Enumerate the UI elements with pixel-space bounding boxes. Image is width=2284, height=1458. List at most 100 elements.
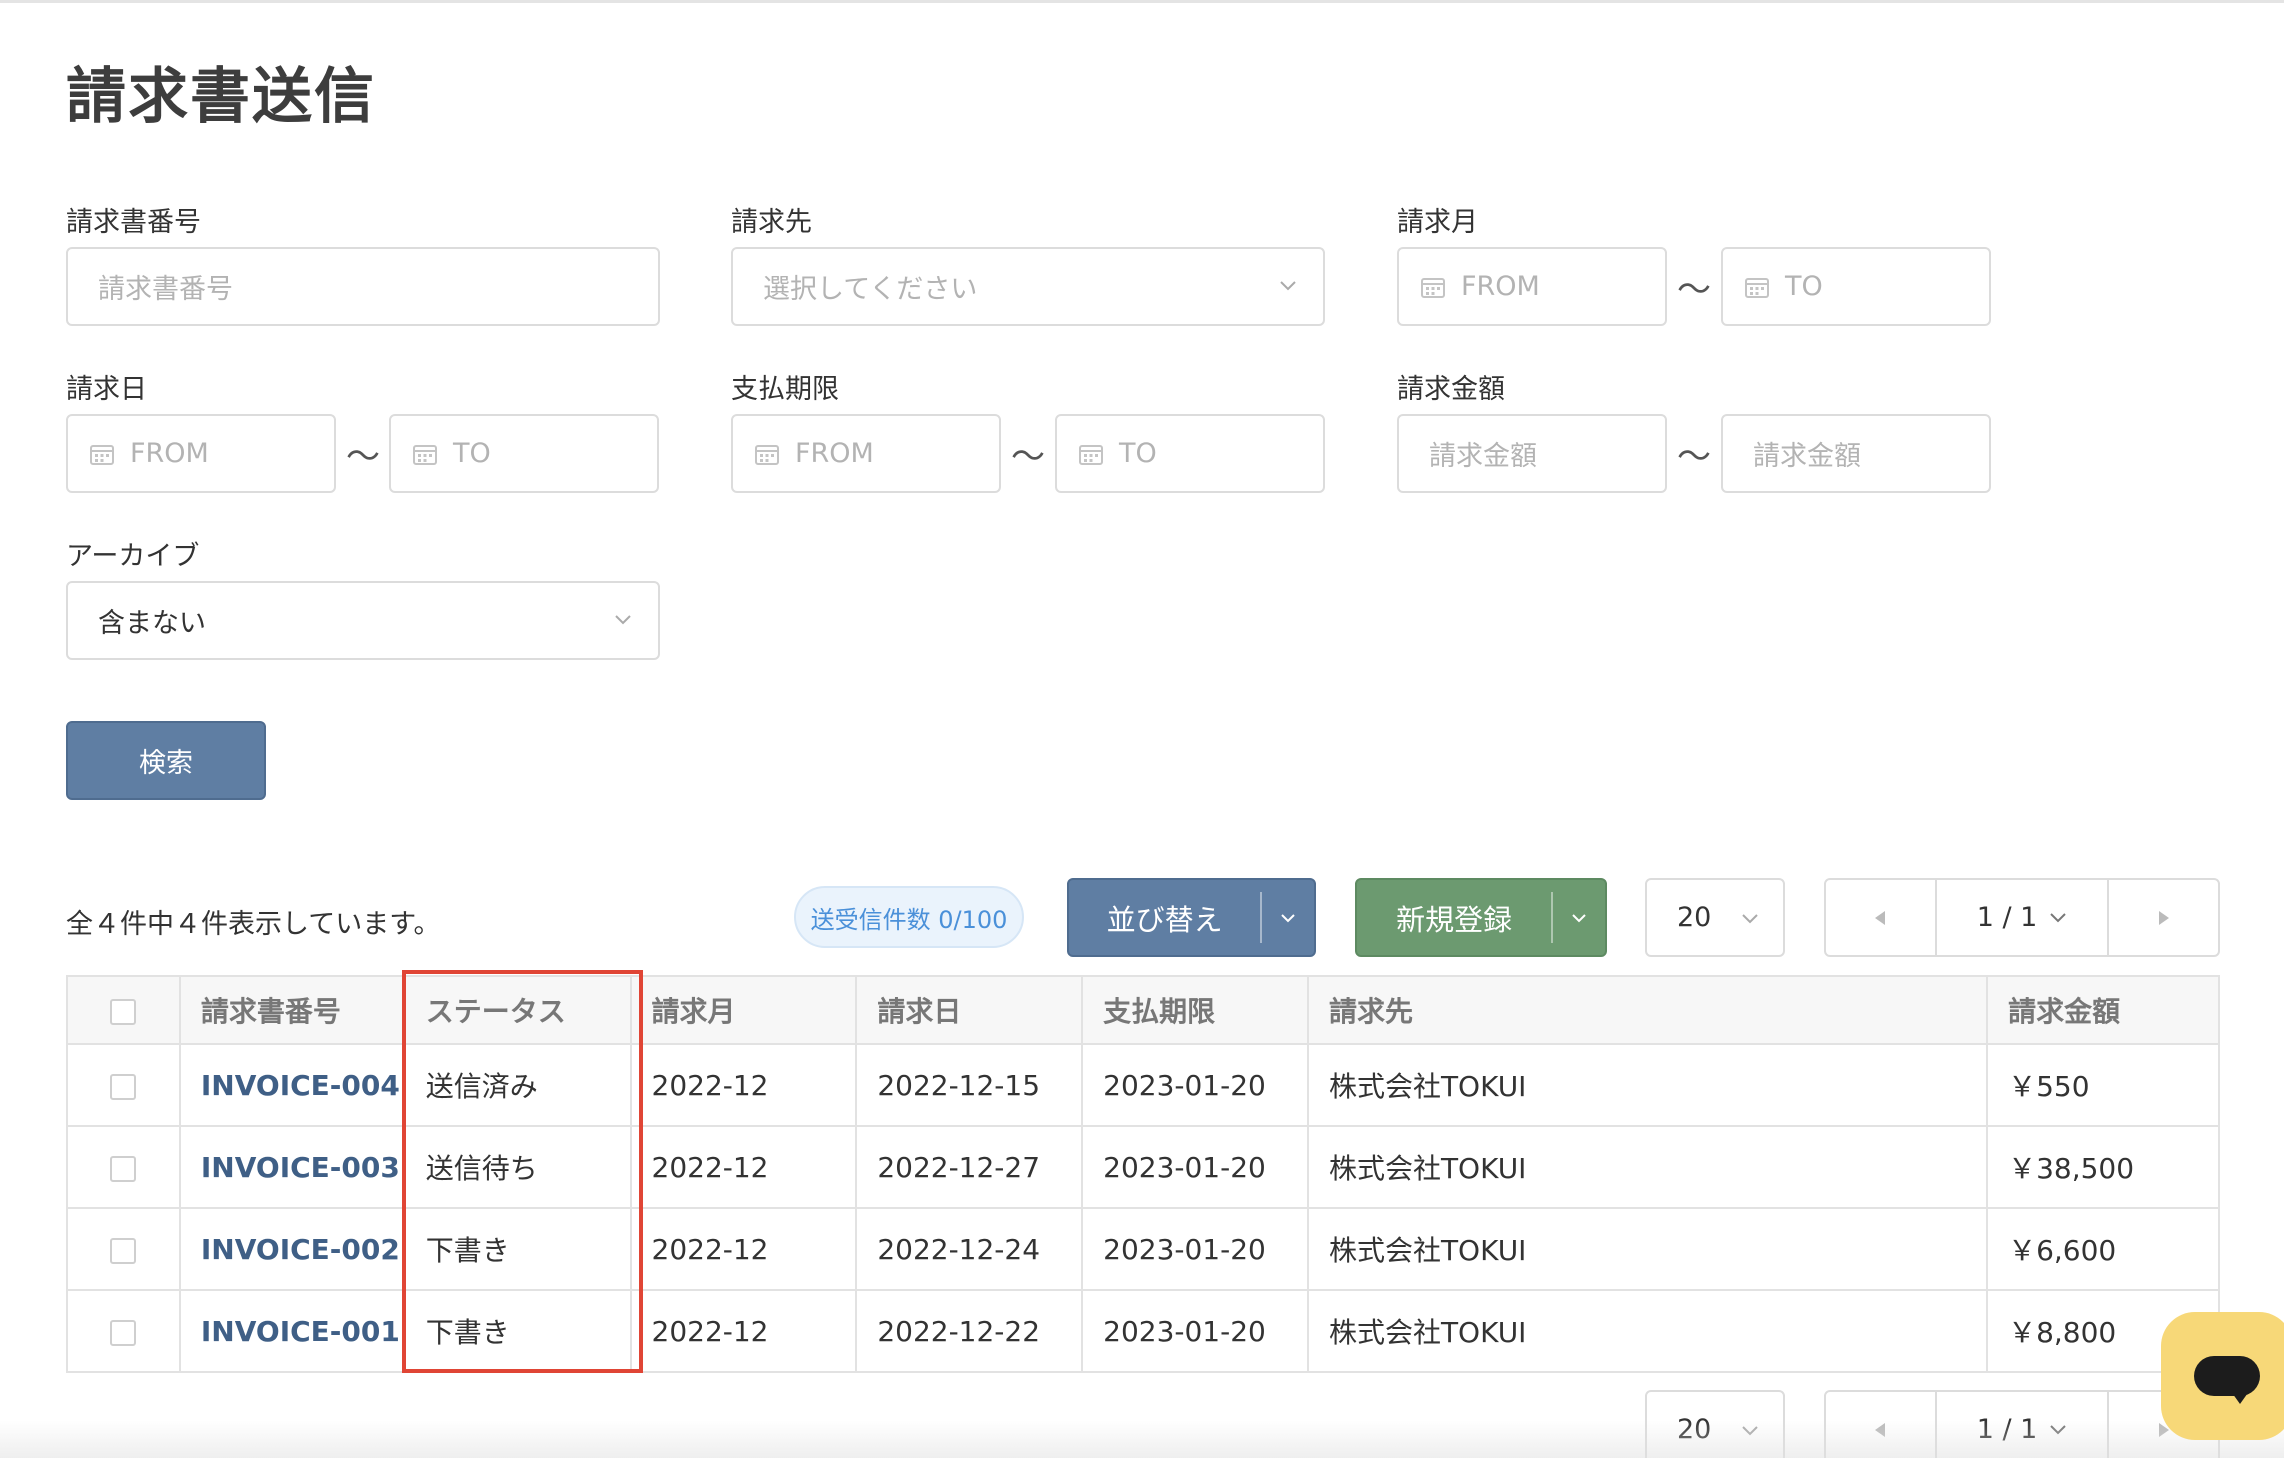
billing-month-cell: 2022-12 — [629, 1207, 858, 1291]
billing-date-to[interactable]: TO — [389, 414, 659, 493]
billing-date-label: 請求日 — [66, 374, 147, 405]
row-checkbox-cell — [66, 1207, 181, 1291]
row-checkbox-cell — [66, 1125, 181, 1209]
range-separator: ～ — [1011, 437, 1045, 477]
bottom-page-select[interactable]: 1 / 1 — [1934, 1392, 2110, 1458]
top-border — [0, 0, 2284, 3]
chevron-down-icon — [1281, 913, 1295, 922]
archive-label: アーカイブ — [66, 541, 200, 572]
header-amount[interactable]: 請求金額 — [1986, 975, 2220, 1045]
header-billing-month[interactable]: 請求月 — [629, 975, 858, 1045]
amount-to-input[interactable]: 請求金額 — [1721, 414, 1991, 493]
table-row[interactable]: INVOICE-004 送信済み 2022-12 2022-12-15 2023… — [66, 1043, 2220, 1127]
select-all-checkbox[interactable] — [110, 998, 137, 1025]
table-row[interactable]: INVOICE-002 下書き 2022-12 2022-12-24 2023-… — [66, 1207, 2220, 1291]
recipient-cell: 株式会社TOKUI — [1306, 1125, 1989, 1209]
per-page-value: 20 — [1677, 902, 1712, 933]
amount-cell: ￥550 — [1986, 1043, 2220, 1127]
amount-cell: ￥6,600 — [1986, 1207, 2220, 1291]
sort-button[interactable]: 並び替え — [1069, 880, 1260, 955]
chevron-down-icon — [2050, 1424, 2067, 1434]
chat-button[interactable] — [2161, 1312, 2284, 1440]
calendar-icon — [755, 444, 779, 465]
chevron-down-icon — [615, 615, 631, 625]
table-row[interactable]: INVOICE-003 送信待ち 2022-12 2022-12-27 2023… — [66, 1125, 2220, 1209]
billing-month-cell: 2022-12 — [629, 1289, 858, 1373]
chevron-down-icon — [2050, 912, 2067, 922]
invoice-table: 請求書番号 ステータス 請求月 請求日 支払期限 請求先 請求金額 INVOIC… — [66, 975, 2220, 1373]
row-checkbox-cell — [66, 1289, 181, 1373]
amount-from-placeholder: 請求金額 — [1429, 441, 1537, 472]
invoice-link[interactable]: INVOICE-003 — [178, 1125, 406, 1209]
new-register-button[interactable]: 新規登録 — [1357, 880, 1551, 955]
result-summary: 全４件中４件表示しています。 — [66, 909, 441, 940]
pagination: 1 / 1 — [1824, 878, 2220, 957]
due-date-cell: 2023-01-20 — [1081, 1043, 1309, 1127]
billing-month-cell: 2022-12 — [629, 1125, 858, 1209]
invoice-link[interactable]: INVOICE-001 — [178, 1289, 406, 1373]
row-checkbox[interactable] — [110, 1237, 137, 1264]
recipient-select[interactable]: 選択してください — [731, 247, 1325, 326]
billing-month-from[interactable]: FROM — [1397, 247, 1667, 326]
header-invoice-number[interactable]: 請求書番号 — [178, 975, 406, 1045]
send-count-badge: 送受信件数 0/100 — [794, 886, 1024, 948]
calendar-icon — [1421, 277, 1445, 298]
page-select[interactable]: 1 / 1 — [1934, 880, 2110, 955]
invoice-link[interactable]: INVOICE-004 — [178, 1043, 406, 1127]
new-split-button: 新規登録 — [1355, 878, 1607, 957]
billing-month-from-placeholder: FROM — [1461, 271, 1540, 302]
recipient-cell: 株式会社TOKUI — [1306, 1289, 1989, 1373]
due-date-cell: 2023-01-20 — [1081, 1289, 1309, 1373]
row-checkbox[interactable] — [110, 1073, 137, 1100]
due-date-cell: 2023-01-20 — [1081, 1125, 1309, 1209]
search-button[interactable]: 検索 — [66, 721, 266, 800]
billing-date-cell: 2022-12-24 — [855, 1207, 1084, 1291]
recipient-cell: 株式会社TOKUI — [1306, 1043, 1989, 1127]
recipient-cell: 株式会社TOKUI — [1306, 1207, 1989, 1291]
sort-dropdown-toggle[interactable] — [1262, 880, 1314, 955]
page-indicator: 1 / 1 — [1976, 902, 2038, 933]
billing-date-cell: 2022-12-22 — [855, 1289, 1084, 1373]
bottom-prev-page-button[interactable] — [1826, 1392, 1935, 1458]
billing-date-from[interactable]: FROM — [66, 414, 336, 493]
caret-left-icon — [1875, 910, 1886, 925]
next-page-button[interactable] — [2109, 880, 2218, 955]
range-separator: ～ — [346, 437, 380, 477]
archive-select[interactable]: 含まない — [66, 581, 660, 660]
calendar-icon — [90, 444, 114, 465]
range-separator: ～ — [1677, 270, 1711, 310]
header-billing-date[interactable]: 請求日 — [855, 975, 1084, 1045]
due-date-from-placeholder: FROM — [795, 438, 874, 469]
recipient-label: 請求先 — [731, 207, 812, 238]
chevron-down-icon — [1742, 1426, 1758, 1436]
range-separator: ～ — [1677, 437, 1711, 477]
table-header-row: 請求書番号 ステータス 請求月 請求日 支払期限 請求先 請求金額 — [66, 975, 2220, 1045]
header-recipient[interactable]: 請求先 — [1306, 975, 1989, 1045]
billing-date-to-placeholder: TO — [453, 438, 491, 469]
row-checkbox[interactable] — [110, 1319, 137, 1346]
due-date-to-placeholder: TO — [1119, 438, 1157, 469]
bottom-per-page-select[interactable]: 20 — [1645, 1390, 1785, 1458]
table-row[interactable]: INVOICE-001 下書き 2022-12 2022-12-22 2023-… — [66, 1289, 2220, 1373]
new-dropdown-toggle[interactable] — [1553, 880, 1605, 955]
per-page-select[interactable]: 20 — [1645, 878, 1785, 957]
billing-month-to[interactable]: TO — [1721, 247, 1991, 326]
prev-page-button[interactable] — [1826, 880, 1935, 955]
chat-bubble-icon — [2194, 1356, 2260, 1404]
bottom-page-indicator: 1 / 1 — [1976, 1414, 2038, 1445]
billing-month-cell: 2022-12 — [629, 1043, 858, 1127]
row-checkbox[interactable] — [110, 1155, 137, 1182]
archive-value: 含まない — [98, 608, 206, 639]
amount-cell: ￥38,500 — [1986, 1125, 2220, 1209]
select-all-cell — [66, 975, 181, 1045]
invoice-link[interactable]: INVOICE-002 — [178, 1207, 406, 1291]
billing-date-from-placeholder: FROM — [130, 438, 209, 469]
invoice-number-input[interactable]: 請求書番号 — [66, 247, 660, 326]
amount-from-input[interactable]: 請求金額 — [1397, 414, 1667, 493]
sort-split-button: 並び替え — [1067, 878, 1316, 957]
due-date-from[interactable]: FROM — [731, 414, 1001, 493]
calendar-icon — [1079, 444, 1103, 465]
due-date-to[interactable]: TO — [1055, 414, 1325, 493]
calendar-icon — [413, 444, 437, 465]
header-due-date[interactable]: 支払期限 — [1081, 975, 1309, 1045]
